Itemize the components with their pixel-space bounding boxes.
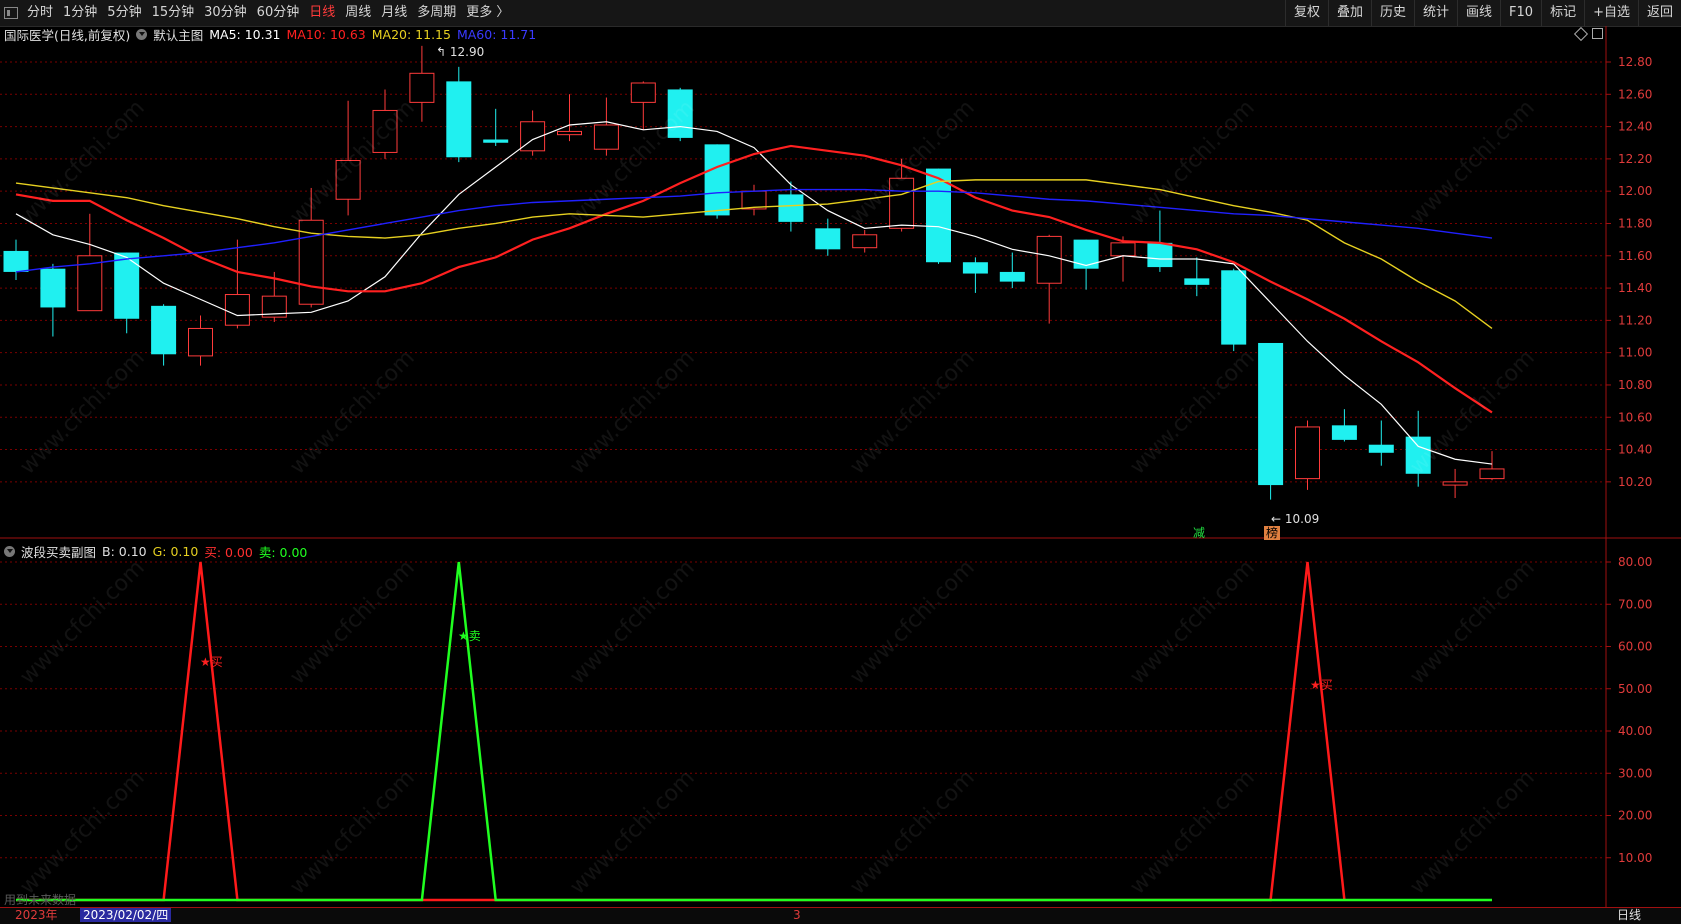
period-indicator: 日线 bbox=[1616, 908, 1641, 922]
candle-body-up bbox=[372, 109, 398, 153]
osc-tick-label: 30.00 bbox=[1618, 766, 1652, 780]
candle-body-up bbox=[188, 327, 213, 357]
candle-body-down bbox=[483, 139, 509, 143]
high-annotation: ↰ 12.90 bbox=[436, 45, 485, 59]
price-tick-label: 11.80 bbox=[1618, 216, 1652, 230]
price-tick-label: 10.40 bbox=[1618, 443, 1652, 457]
candle-body-up bbox=[1036, 235, 1062, 284]
high-value: 12.90 bbox=[449, 45, 485, 59]
price-tick-label: 12.60 bbox=[1618, 87, 1652, 101]
osc-tick-label: 70.00 bbox=[1618, 597, 1652, 611]
candle-body-down bbox=[815, 228, 841, 250]
osc-tick-label: 80.00 bbox=[1618, 555, 1652, 569]
candle-body-up bbox=[1295, 426, 1320, 480]
buy-signal-label: 买 bbox=[210, 655, 223, 669]
price-tick-label: 11.00 bbox=[1618, 346, 1652, 360]
buy-signal-2: ★买 bbox=[1310, 678, 1333, 692]
candle-body-up bbox=[1442, 481, 1468, 486]
cursor-date: 2023/02/02/四 bbox=[80, 908, 172, 922]
price-tick-label: 10.60 bbox=[1618, 410, 1652, 424]
price-tick-label: 12.20 bbox=[1618, 152, 1652, 166]
candle-body-down bbox=[1147, 242, 1173, 268]
candle-body-down bbox=[114, 252, 140, 319]
year-label: 2023年 bbox=[15, 908, 58, 922]
candle-body-down bbox=[667, 89, 693, 138]
candle-body-down bbox=[151, 305, 177, 355]
candle-body-up bbox=[1110, 242, 1136, 257]
price-tick-label: 12.80 bbox=[1618, 55, 1652, 69]
month-marker: 3 bbox=[793, 908, 801, 922]
candle-body-down bbox=[1221, 270, 1247, 345]
osc-tick-label: 20.00 bbox=[1618, 809, 1652, 823]
candle-body-down bbox=[1405, 436, 1431, 474]
price-tick-label: 10.20 bbox=[1618, 475, 1652, 489]
candle-body-down bbox=[704, 144, 730, 216]
low-value: 10.09 bbox=[1284, 512, 1320, 526]
price-tick-label: 11.60 bbox=[1618, 249, 1652, 263]
candle-body-down bbox=[778, 194, 804, 222]
chart-canvas[interactable]: 12.80 12.60 12.40 12.20 12.00 11.80 11.60 11.40… bbox=[0, 0, 1681, 923]
osc-tick-label: 60.00 bbox=[1618, 640, 1652, 654]
candle-body-down bbox=[1073, 239, 1099, 269]
candle-body-up bbox=[593, 124, 619, 150]
candle-body-up bbox=[335, 160, 361, 200]
candle-body-down bbox=[1368, 444, 1394, 453]
price-tick-label: 11.20 bbox=[1618, 313, 1652, 327]
candle-body-up bbox=[1479, 468, 1505, 480]
reduce-tag: 减 bbox=[1193, 526, 1206, 540]
date-bar bbox=[0, 907, 1681, 924]
candle-body-down bbox=[1258, 342, 1284, 486]
osc-tick-label: 10.00 bbox=[1618, 851, 1652, 865]
candle-body-down bbox=[3, 250, 29, 272]
osc-tick-label: 50.00 bbox=[1618, 682, 1652, 696]
price-tick-label: 11.40 bbox=[1618, 281, 1652, 295]
candle-body-down bbox=[962, 262, 988, 274]
status-text: 用到未来数据 bbox=[4, 893, 77, 907]
buy-signal-label: 买 bbox=[1320, 678, 1333, 692]
price-tick-label: 12.00 bbox=[1618, 184, 1652, 198]
sell-signal-1: ★卖 bbox=[458, 629, 481, 643]
candle-body-down bbox=[999, 271, 1025, 282]
candle-body-down bbox=[446, 81, 472, 158]
price-tick-label: 10.80 bbox=[1618, 378, 1652, 392]
candle-body-up bbox=[224, 294, 250, 326]
candle-body-up bbox=[852, 234, 878, 249]
candle-body-up bbox=[889, 177, 915, 229]
buy-signal-1: ★买 bbox=[200, 655, 223, 669]
osc-tick-label: 40.00 bbox=[1618, 724, 1652, 738]
price-tick-label: 12.40 bbox=[1618, 120, 1652, 134]
candle-body-down bbox=[40, 268, 66, 308]
candle-body-up bbox=[409, 72, 435, 103]
candle-body-down bbox=[1184, 278, 1210, 285]
candle-body-up bbox=[630, 82, 656, 103]
candle-body-up bbox=[557, 130, 582, 136]
list-tag: 榜 bbox=[1264, 526, 1281, 540]
low-annotation: ← 10.09 bbox=[1271, 512, 1320, 526]
sell-signal-label: 卖 bbox=[468, 629, 481, 643]
candle-body-down bbox=[1331, 425, 1357, 440]
